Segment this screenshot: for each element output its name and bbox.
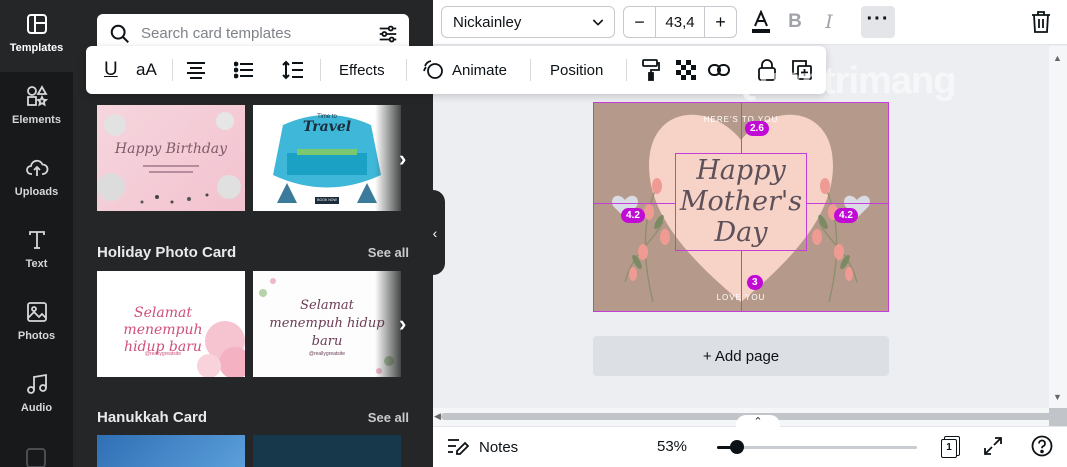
position-button[interactable]: Position	[550, 46, 603, 94]
side-nav-rail: Templates Elements Uploads Text Photos A…	[0, 0, 73, 467]
animate-icon	[423, 60, 443, 79]
glitter-decoration	[97, 112, 241, 204]
notes-button[interactable]: Notes	[447, 437, 518, 457]
section-title-hanukkah: Hanukkah Card	[97, 409, 208, 426]
page-count-value: 1	[941, 439, 957, 458]
align-center-icon[interactable]	[186, 46, 206, 94]
distance-badge-right: 4.2	[834, 208, 858, 223]
font-family-select[interactable]: Nickainley	[441, 6, 615, 38]
paint-format-icon[interactable]	[642, 46, 660, 94]
zoom-percentage[interactable]: 53%	[657, 438, 687, 455]
top-toolbar: Nickainley − 43,4 + B I ···	[433, 0, 1067, 45]
font-size-increase-button[interactable]: +	[704, 7, 736, 37]
template-thumb-birthday[interactable]: Happy Birthday	[97, 105, 245, 211]
search-input[interactable]: Search card templates	[141, 25, 291, 42]
help-icon[interactable]	[1031, 435, 1053, 462]
collapse-panel-button[interactable]: ‹	[425, 190, 445, 275]
scroll-down-icon[interactable]: ▼	[1053, 392, 1062, 402]
nav-templates-label: Templates	[9, 42, 64, 54]
nav-photos-label: Photos	[17, 330, 56, 342]
text-color-icon	[752, 10, 770, 33]
search-icon	[110, 24, 129, 43]
template-thumb-hanukkah-1[interactable]	[97, 435, 245, 467]
bold-icon[interactable]: B	[781, 8, 809, 36]
templates-icon	[26, 14, 47, 34]
chevron-down-icon	[592, 19, 604, 26]
nav-audio[interactable]: Audio	[0, 360, 73, 432]
zoom-slider-handle[interactable]	[730, 440, 744, 454]
underline-icon[interactable]: U	[104, 46, 118, 94]
uploads-icon	[25, 159, 48, 176]
distance-badge-top: 2.6	[745, 121, 769, 136]
scroll-up-icon[interactable]: ▲	[1053, 53, 1062, 63]
nav-text-label: Text	[25, 258, 48, 270]
chevron-left-icon: ‹	[432, 224, 438, 241]
notes-label: Notes	[479, 438, 519, 456]
animate-label: Animate	[452, 61, 508, 79]
audio-icon	[26, 373, 47, 394]
more-options-icon[interactable]: ···	[861, 6, 895, 38]
nav-more-icon[interactable]	[26, 448, 46, 467]
delete-button[interactable]	[1027, 8, 1055, 36]
font-family-value: Nickainley	[453, 14, 522, 31]
nav-elements[interactable]: Elements	[0, 72, 73, 144]
template-thumb-hanukkah-2[interactable]	[253, 435, 401, 467]
see-all-hanukkah-link[interactable]: See all	[368, 410, 409, 425]
text-icon	[28, 231, 45, 249]
nav-text[interactable]: Text	[0, 216, 73, 288]
watermark-text: Quantrimang	[730, 60, 956, 102]
thumb-holiday-1-text: Selamat menempuh hidup baru	[123, 305, 203, 355]
photos-icon	[26, 302, 47, 322]
elements-icon	[26, 85, 48, 107]
letter-case-button[interactable]: aA	[136, 46, 157, 94]
chevron-up-icon: ⌃	[753, 416, 763, 428]
trash-icon	[1032, 11, 1050, 33]
font-size-decrease-button[interactable]: −	[624, 7, 656, 37]
thumb-travel-btn: BOOK NOW	[317, 198, 337, 202]
effects-button[interactable]: Effects	[339, 46, 385, 94]
carousel-next-icon[interactable]: ›	[399, 146, 406, 172]
scroll-left-icon[interactable]: ◀	[434, 411, 441, 422]
vertical-scrollbar[interactable]: ▲ ▼	[1049, 46, 1067, 408]
add-page-button[interactable]: + Add page	[593, 336, 889, 376]
nav-templates[interactable]: Templates	[0, 0, 73, 72]
nav-photos[interactable]: Photos	[0, 288, 73, 360]
page-count-button[interactable]: 1	[941, 436, 961, 458]
thumb-holiday-2-handle: @reallygreatsite	[308, 351, 346, 357]
bottom-bar: ⌃ Notes 53% 1	[433, 415, 1067, 467]
notes-icon	[448, 439, 469, 455]
distance-badge-bottom: 3	[747, 275, 763, 290]
selected-element-outline[interactable]	[675, 153, 807, 251]
fullscreen-icon[interactable]	[983, 436, 1003, 461]
italic-icon[interactable]: I	[815, 8, 843, 36]
nav-uploads-label: Uploads	[14, 186, 59, 198]
text-color-button[interactable]	[747, 8, 775, 36]
template-thumb-holiday-2[interactable]: Selamat menempuh hidup baru @reallygreat…	[253, 271, 401, 377]
expand-pages-button[interactable]: ⌃	[736, 415, 780, 428]
template-thumb-holiday-1[interactable]: Selamat menempuh hidup baru @reallygreat…	[97, 271, 245, 377]
font-size-value[interactable]: 43,4	[656, 14, 704, 31]
see-all-holiday-link[interactable]: See all	[368, 245, 409, 260]
line-spacing-icon[interactable]	[282, 46, 304, 94]
zoom-slider[interactable]	[717, 440, 917, 454]
distance-badge-left: 4.2	[621, 208, 645, 223]
link-icon[interactable]	[708, 46, 730, 94]
text-format-toolbar: U aA Effects Animate Position	[86, 46, 826, 94]
nav-elements-label: Elements	[12, 114, 61, 126]
thumb-holiday-2-text: Selamat menempuh hidup baru	[269, 298, 385, 349]
nav-audio-label: Audio	[20, 402, 53, 414]
thumb-holiday-1-handle: @reallygreatsite	[144, 351, 182, 357]
font-size-stepper[interactable]: − 43,4 +	[623, 6, 737, 38]
animate-button[interactable]: Animate	[422, 46, 507, 94]
list-icon[interactable]	[234, 46, 254, 94]
template-thumb-travel[interactable]: Time to Travel BOOK NOW	[253, 105, 401, 211]
nav-uploads[interactable]: Uploads	[0, 144, 73, 216]
filter-icon[interactable]	[377, 23, 399, 45]
carousel-next-icon[interactable]: ›	[399, 311, 406, 337]
section-title-holiday: Holiday Photo Card	[97, 244, 237, 261]
transparency-icon[interactable]	[676, 46, 696, 94]
